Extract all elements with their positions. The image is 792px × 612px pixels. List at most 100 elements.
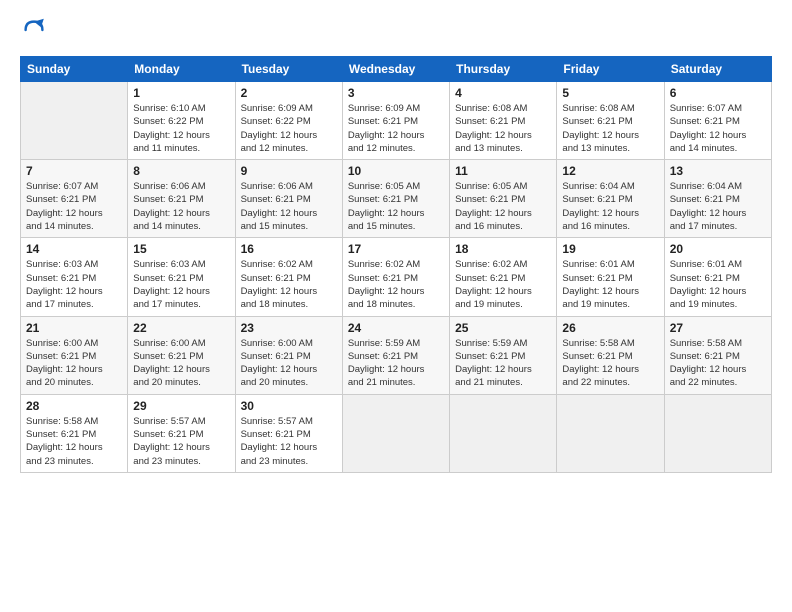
calendar-cell: 12 Sunrise: 6:04 AMSunset: 6:21 PMDayligh…: [557, 160, 664, 238]
day-number: 4: [455, 86, 551, 100]
day-number: 12: [562, 164, 658, 178]
day-number: 20: [670, 242, 766, 256]
day-info: Sunrise: 6:02 AMSunset: 6:21 PMDaylight:…: [241, 258, 337, 311]
calendar-table: SundayMondayTuesdayWednesdayThursdayFrid…: [20, 56, 772, 473]
calendar-cell: 6 Sunrise: 6:07 AMSunset: 6:21 PMDaylight…: [664, 82, 771, 160]
day-info: Sunrise: 6:02 AMSunset: 6:21 PMDaylight:…: [455, 258, 551, 311]
calendar-cell: 14 Sunrise: 6:03 AMSunset: 6:21 PMDayligh…: [21, 238, 128, 316]
calendar-cell: 24 Sunrise: 5:59 AMSunset: 6:21 PMDayligh…: [342, 316, 449, 394]
calendar-cell: 27 Sunrise: 5:58 AMSunset: 6:21 PMDayligh…: [664, 316, 771, 394]
calendar-cell: 4 Sunrise: 6:08 AMSunset: 6:21 PMDaylight…: [450, 82, 557, 160]
day-info: Sunrise: 6:06 AMSunset: 6:21 PMDaylight:…: [133, 180, 229, 233]
day-info: Sunrise: 6:03 AMSunset: 6:21 PMDaylight:…: [26, 258, 122, 311]
page: SundayMondayTuesdayWednesdayThursdayFrid…: [0, 0, 792, 612]
day-number: 15: [133, 242, 229, 256]
day-info: Sunrise: 6:04 AMSunset: 6:21 PMDaylight:…: [670, 180, 766, 233]
day-info: Sunrise: 6:07 AMSunset: 6:21 PMDaylight:…: [26, 180, 122, 233]
day-info: Sunrise: 6:05 AMSunset: 6:21 PMDaylight:…: [455, 180, 551, 233]
calendar-cell: 25 Sunrise: 5:59 AMSunset: 6:21 PMDayligh…: [450, 316, 557, 394]
day-number: 17: [348, 242, 444, 256]
weekday-header-saturday: Saturday: [664, 57, 771, 82]
calendar-cell: 30 Sunrise: 5:57 AMSunset: 6:21 PMDayligh…: [235, 394, 342, 472]
day-number: 14: [26, 242, 122, 256]
day-number: 3: [348, 86, 444, 100]
day-info: Sunrise: 5:59 AMSunset: 6:21 PMDaylight:…: [455, 337, 551, 390]
day-info: Sunrise: 6:10 AMSunset: 6:22 PMDaylight:…: [133, 102, 229, 155]
calendar-week-row: 1Sunrise: 6:10 AMSunset: 6:22 PMDaylight…: [21, 82, 772, 160]
day-info: Sunrise: 6:08 AMSunset: 6:21 PMDaylight:…: [562, 102, 658, 155]
day-number: 24: [348, 321, 444, 335]
day-number: 13: [670, 164, 766, 178]
day-info: Sunrise: 6:00 AMSunset: 6:21 PMDaylight:…: [26, 337, 122, 390]
calendar-cell: 13 Sunrise: 6:04 AMSunset: 6:21 PMDayligh…: [664, 160, 771, 238]
day-info: Sunrise: 5:57 AMSunset: 6:21 PMDaylight:…: [241, 415, 337, 468]
day-number: 21: [26, 321, 122, 335]
day-number: 22: [133, 321, 229, 335]
calendar-cell: 9Sunrise: 6:06 AMSunset: 6:21 PMDaylight…: [235, 160, 342, 238]
header: [20, 16, 772, 44]
calendar-cell: [664, 394, 771, 472]
calendar-cell: 19 Sunrise: 6:01 AMSunset: 6:21 PMDayligh…: [557, 238, 664, 316]
day-number: 18: [455, 242, 551, 256]
day-number: 16: [241, 242, 337, 256]
weekday-header-wednesday: Wednesday: [342, 57, 449, 82]
day-number: 25: [455, 321, 551, 335]
calendar-cell: 1Sunrise: 6:10 AMSunset: 6:22 PMDaylight…: [128, 82, 235, 160]
day-number: 30: [241, 399, 337, 413]
calendar-cell: [21, 82, 128, 160]
calendar-header-row: SundayMondayTuesdayWednesdayThursdayFrid…: [21, 57, 772, 82]
calendar-cell: 5 Sunrise: 6:08 AMSunset: 6:21 PMDaylight…: [557, 82, 664, 160]
weekday-header-tuesday: Tuesday: [235, 57, 342, 82]
day-info: Sunrise: 6:00 AMSunset: 6:21 PMDaylight:…: [241, 337, 337, 390]
day-number: 5: [562, 86, 658, 100]
calendar-cell: 11 Sunrise: 6:05 AMSunset: 6:21 PMDayligh…: [450, 160, 557, 238]
weekday-header-friday: Friday: [557, 57, 664, 82]
calendar-cell: 18 Sunrise: 6:02 AMSunset: 6:21 PMDayligh…: [450, 238, 557, 316]
day-info: Sunrise: 6:00 AMSunset: 6:21 PMDaylight:…: [133, 337, 229, 390]
day-number: 29: [133, 399, 229, 413]
calendar-cell: 28Sunrise: 5:58 AMSunset: 6:21 PMDayligh…: [21, 394, 128, 472]
day-info: Sunrise: 6:09 AMSunset: 6:22 PMDaylight:…: [241, 102, 337, 155]
day-info: Sunrise: 5:58 AMSunset: 6:21 PMDaylight:…: [670, 337, 766, 390]
day-info: Sunrise: 6:07 AMSunset: 6:21 PMDaylight:…: [670, 102, 766, 155]
calendar-cell: 2Sunrise: 6:09 AMSunset: 6:22 PMDaylight…: [235, 82, 342, 160]
calendar-cell: 8 Sunrise: 6:06 AMSunset: 6:21 PMDaylight…: [128, 160, 235, 238]
logo-icon: [20, 16, 48, 44]
day-number: 8: [133, 164, 229, 178]
day-info: Sunrise: 6:02 AMSunset: 6:21 PMDaylight:…: [348, 258, 444, 311]
day-info: Sunrise: 6:01 AMSunset: 6:21 PMDaylight:…: [562, 258, 658, 311]
calendar-week-row: 7Sunrise: 6:07 AMSunset: 6:21 PMDaylight…: [21, 160, 772, 238]
day-info: Sunrise: 6:04 AMSunset: 6:21 PMDaylight:…: [562, 180, 658, 233]
calendar-cell: [557, 394, 664, 472]
calendar-cell: 3 Sunrise: 6:09 AMSunset: 6:21 PMDaylight…: [342, 82, 449, 160]
day-info: Sunrise: 6:01 AMSunset: 6:21 PMDaylight:…: [670, 258, 766, 311]
calendar-week-row: 14 Sunrise: 6:03 AMSunset: 6:21 PMDayligh…: [21, 238, 772, 316]
calendar-cell: 17 Sunrise: 6:02 AMSunset: 6:21 PMDayligh…: [342, 238, 449, 316]
weekday-header-thursday: Thursday: [450, 57, 557, 82]
calendar-cell: 21 Sunrise: 6:00 AMSunset: 6:21 PMDayligh…: [21, 316, 128, 394]
day-number: 10: [348, 164, 444, 178]
calendar-cell: 22 Sunrise: 6:00 AMSunset: 6:21 PMDayligh…: [128, 316, 235, 394]
day-number: 9: [241, 164, 337, 178]
day-info: Sunrise: 6:08 AMSunset: 6:21 PMDaylight:…: [455, 102, 551, 155]
calendar-cell: 29Sunrise: 5:57 AMSunset: 6:21 PMDayligh…: [128, 394, 235, 472]
day-info: Sunrise: 5:59 AMSunset: 6:21 PMDaylight:…: [348, 337, 444, 390]
day-number: 27: [670, 321, 766, 335]
calendar-cell: 10 Sunrise: 6:05 AMSunset: 6:21 PMDayligh…: [342, 160, 449, 238]
calendar-cell: 7Sunrise: 6:07 AMSunset: 6:21 PMDaylight…: [21, 160, 128, 238]
weekday-header-sunday: Sunday: [21, 57, 128, 82]
logo: [20, 16, 52, 44]
calendar-cell: [342, 394, 449, 472]
calendar-cell: [450, 394, 557, 472]
calendar-cell: 16 Sunrise: 6:02 AMSunset: 6:21 PMDayligh…: [235, 238, 342, 316]
day-number: 11: [455, 164, 551, 178]
day-info: Sunrise: 6:09 AMSunset: 6:21 PMDaylight:…: [348, 102, 444, 155]
calendar-cell: 20 Sunrise: 6:01 AMSunset: 6:21 PMDayligh…: [664, 238, 771, 316]
day-number: 19: [562, 242, 658, 256]
day-number: 6: [670, 86, 766, 100]
day-number: 26: [562, 321, 658, 335]
day-info: Sunrise: 6:05 AMSunset: 6:21 PMDaylight:…: [348, 180, 444, 233]
day-info: Sunrise: 5:58 AMSunset: 6:21 PMDaylight:…: [562, 337, 658, 390]
calendar-cell: 26 Sunrise: 5:58 AMSunset: 6:21 PMDayligh…: [557, 316, 664, 394]
weekday-header-monday: Monday: [128, 57, 235, 82]
